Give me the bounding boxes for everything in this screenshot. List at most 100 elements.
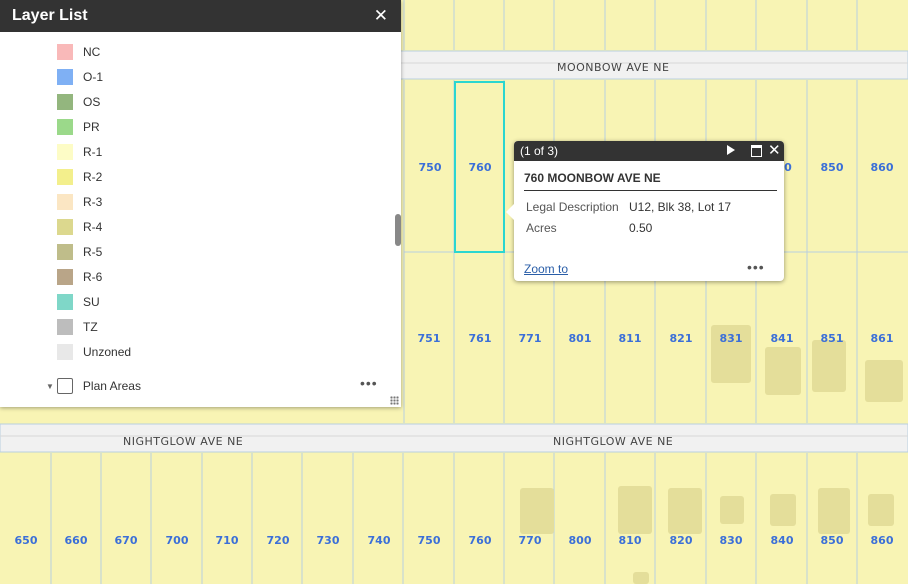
field-value-legal-description: U12, Blk 38, Lot 17 xyxy=(629,200,732,214)
building-footprint xyxy=(865,360,903,402)
lot-number-label: 851 xyxy=(820,332,844,345)
lot-number-label: 770 xyxy=(518,534,542,547)
scrollbar-thumb[interactable] xyxy=(395,214,401,246)
lot-number-label: 840 xyxy=(770,534,794,547)
building-footprint xyxy=(765,347,801,395)
lot-number-label: 710 xyxy=(215,534,239,547)
legend-swatch xyxy=(57,319,73,335)
building-footprint xyxy=(812,340,846,392)
legend-label: R-3 xyxy=(83,195,103,209)
legend-label: SU xyxy=(83,295,100,309)
legend-label: TZ xyxy=(83,320,98,334)
legend-label: PR xyxy=(83,120,100,134)
legend-swatch xyxy=(57,244,73,260)
legend-swatch xyxy=(57,44,73,60)
lot-number-label: 830 xyxy=(719,534,743,547)
legend-label: R-6 xyxy=(83,270,103,284)
divider xyxy=(524,190,777,191)
building-footprint xyxy=(868,494,894,526)
popup-title: 760 MOONBOW AVE NE xyxy=(524,171,661,185)
legend-label: R-5 xyxy=(83,245,103,259)
resize-grip-icon[interactable] xyxy=(390,396,399,405)
zoom-to-link[interactable]: Zoom to xyxy=(524,262,568,276)
field-label-acres: Acres xyxy=(526,221,557,235)
legend-item: R-1 xyxy=(57,142,102,162)
legend-label: NC xyxy=(83,45,101,59)
legend-item: SU xyxy=(57,292,100,312)
lot-number-label: 760 xyxy=(468,534,492,547)
legend-swatch xyxy=(57,119,73,135)
street-label-moonbow: MOONBOW AVE NE xyxy=(557,61,670,74)
lot-number-label: 771 xyxy=(518,332,542,345)
building-footprint xyxy=(668,488,702,534)
legend-swatch xyxy=(57,94,73,110)
legend-swatch xyxy=(57,194,73,210)
plan-areas-checkbox[interactable] xyxy=(56,378,73,394)
lot-number-label: 800 xyxy=(568,534,592,547)
legend-item: R-3 xyxy=(57,192,102,212)
street-label-nightglow-left: NIGHTGLOW AVE NE xyxy=(123,435,244,448)
lot-number-label: 850 xyxy=(820,161,844,174)
legend-swatch xyxy=(57,344,73,360)
legend-label: O-1 xyxy=(83,70,104,84)
popup-pointer xyxy=(506,203,515,221)
legend-swatch xyxy=(57,144,73,160)
legend-swatch xyxy=(57,169,73,185)
layer-list-header: Layer List ✕ xyxy=(0,0,401,32)
lot-number-label: 720 xyxy=(266,534,290,547)
legend-label: OS xyxy=(83,95,101,109)
maximize-icon[interactable] xyxy=(751,145,762,157)
lot-number-label: 861 xyxy=(870,332,894,345)
layer-item-plan-areas[interactable]: ▼ Plan Areas xyxy=(46,376,141,396)
legend-item: O-1 xyxy=(57,67,103,87)
layer-list-title: Layer List xyxy=(12,7,88,24)
legend-swatch xyxy=(57,219,73,235)
lot-number-label: 820 xyxy=(669,534,693,547)
lot-number-label: 850 xyxy=(820,534,844,547)
legend-item: R-6 xyxy=(57,267,102,287)
layer-list-panel: Layer List ✕ NC O-1 OS PR R-1 R-2 R-3 R-4 R-5 R-6… xyxy=(0,0,401,407)
lot-number-label: 841 xyxy=(770,332,794,345)
building-footprint xyxy=(618,486,652,534)
lot-number-label: 860 xyxy=(870,534,894,547)
lot-number-label: 740 xyxy=(367,534,391,547)
next-feature-icon[interactable] xyxy=(727,145,735,155)
building-footprint xyxy=(818,488,850,534)
popup-header: (1 of 3) ✕ xyxy=(514,141,784,161)
more-options-icon[interactable]: ••• xyxy=(360,375,378,391)
lot-number-label: 660 xyxy=(64,534,88,547)
legend-swatch xyxy=(57,294,73,310)
lot-number-label: 750 xyxy=(417,534,441,547)
expand-caret-icon[interactable]: ▼ xyxy=(46,382,54,391)
close-icon[interactable]: ✕ xyxy=(374,6,388,26)
lot-number-label: 761 xyxy=(468,332,492,345)
plan-areas-label: Plan Areas xyxy=(82,379,141,393)
lot-number-label: 700 xyxy=(165,534,189,547)
legend-item: Unzoned xyxy=(57,342,131,362)
lot-number-label: 750 xyxy=(418,161,442,174)
lot-number-label: 860 xyxy=(870,161,894,174)
lot-number-label: 751 xyxy=(417,332,441,345)
lot-number-label: 670 xyxy=(114,534,138,547)
lot-number-label: 650 xyxy=(14,534,38,547)
legend-item: R-2 xyxy=(57,167,102,187)
legend-label: R-2 xyxy=(83,170,103,184)
field-label-legal-description: Legal Description xyxy=(526,200,619,214)
more-options-icon[interactable]: ••• xyxy=(747,259,765,275)
lot-number-label: 760 xyxy=(468,161,492,174)
legend-item: NC xyxy=(57,42,100,62)
lot-number-label: 831 xyxy=(719,332,743,345)
close-icon[interactable]: ✕ xyxy=(768,141,781,161)
building-footprint xyxy=(633,572,649,584)
building-footprint xyxy=(520,488,554,534)
legend-item: R-5 xyxy=(57,242,102,262)
feature-popup: (1 of 3) ✕ 760 MOONBOW AVE NE Legal Desc… xyxy=(506,141,784,281)
legend-swatch xyxy=(57,69,73,85)
legend-label: R-4 xyxy=(83,220,103,234)
lot-number-label: 811 xyxy=(618,332,642,345)
field-value-acres: 0.50 xyxy=(629,221,653,235)
lot-number-label: 821 xyxy=(669,332,693,345)
lot-number-label: 801 xyxy=(568,332,592,345)
lot-number-label: 810 xyxy=(618,534,642,547)
street-label-nightglow-right: NIGHTGLOW AVE NE xyxy=(553,435,674,448)
